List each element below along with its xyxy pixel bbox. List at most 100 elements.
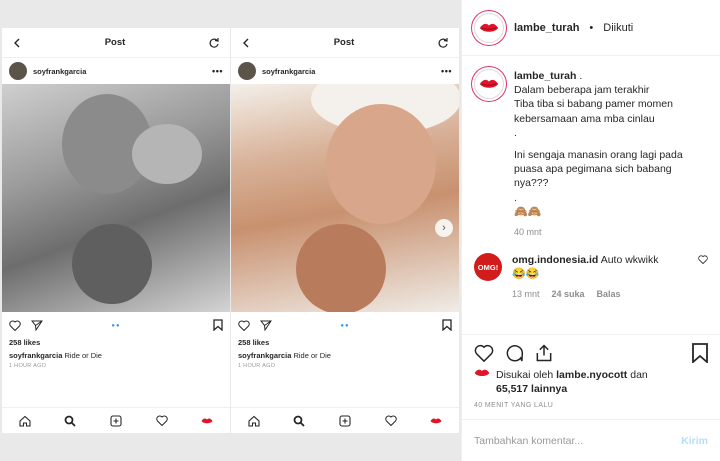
home-icon: [19, 415, 31, 427]
reply-button[interactable]: Balas: [597, 289, 621, 299]
liked-by-suffix[interactable]: lainnya: [531, 383, 567, 395]
phone-caption: soyfrankgarcia Ride or Die: [2, 347, 230, 360]
liked-by-text: Disukai oleh lambe.nyocott dan 65,517 la…: [496, 368, 648, 396]
liked-by-and: dan: [630, 369, 648, 381]
caption-avatar[interactable]: [474, 69, 504, 99]
post-timestamp[interactable]: 40 MENIT YANG LALU: [474, 402, 553, 409]
liked-by-user-link[interactable]: lambe.nyocott: [556, 369, 627, 381]
phone-username: soyfrankgarcia: [33, 66, 87, 76]
avatar: [238, 62, 256, 80]
caption-line: Tiba tiba si babang pamer momen: [514, 98, 673, 111]
back-icon: [12, 38, 22, 48]
commenter-username-link[interactable]: omg.indonesia.id: [512, 254, 598, 266]
photo-color: ›: [231, 84, 459, 312]
photo-black-and-white: [2, 84, 230, 312]
activity-heart-icon: [155, 415, 168, 426]
phone-header-bar: Post: [2, 28, 230, 58]
photo-shape: [326, 104, 436, 224]
lips-icon: [201, 417, 213, 425]
carousel-dots: ●●: [340, 323, 350, 329]
add-comment-form: Kirim: [462, 419, 720, 461]
caption-meta: 40 mnt: [514, 227, 683, 237]
comment-emoji: 😂😂: [512, 268, 540, 281]
search-icon: [64, 415, 77, 427]
commenter-avatar[interactable]: OMG!: [474, 253, 502, 282]
caption-body: lambe_turah . Dalam beberapa jam terakhi…: [514, 69, 683, 237]
bookmark-icon: [442, 319, 452, 331]
comment-likes[interactable]: 24 suka: [552, 289, 585, 299]
phone-post-user: soyfrankgarcia •••: [231, 58, 459, 84]
follow-status-button[interactable]: Diikuti: [603, 22, 633, 34]
phone-header-title: Post: [333, 37, 355, 48]
activity-heart-icon: [384, 415, 397, 426]
lips-logo-icon: [479, 22, 499, 34]
share-upload-icon[interactable]: [534, 343, 554, 363]
phone-caption: soyfrankgarcia Ride or Die: [231, 347, 459, 360]
caption-line: nya???: [514, 177, 549, 190]
heart-icon: [9, 320, 21, 331]
next-arrow-icon[interactable]: ›: [435, 219, 453, 237]
avatar: [9, 62, 27, 80]
phone-bottom-nav: [2, 407, 230, 433]
send-comment-button[interactable]: Kirim: [681, 435, 708, 447]
phone-caption-text: Ride or Die: [64, 351, 102, 360]
liked-by-row: Disukai oleh lambe.nyocott dan 65,517 la…: [474, 368, 708, 396]
phone-screenshot-left: Post soyfrankgarcia ••• ●● 258 likes soy…: [2, 28, 230, 433]
comment-bubble-icon[interactable]: [504, 343, 524, 363]
add-post-icon: [339, 414, 351, 427]
phone-header-title: Post: [104, 37, 126, 48]
caption-line: Ini sengaja manasin orang lagi pada: [514, 149, 683, 162]
refresh-icon: [208, 37, 220, 49]
more-options-icon: •••: [441, 66, 452, 76]
search-icon: [293, 415, 306, 427]
share-icon: [31, 320, 43, 331]
comment-meta: 13 mnt 24 suka Balas: [512, 289, 688, 299]
post-action-bar: [462, 334, 720, 370]
phone-username: soyfrankgarcia: [262, 66, 316, 76]
caption-line: kebersamaan ama mba cinlau: [514, 112, 655, 125]
back-icon: [241, 38, 251, 48]
bookmark-icon: [213, 319, 223, 331]
phone-time: 1 HOUR AGO: [238, 363, 276, 369]
comment-like-heart-icon[interactable]: [698, 253, 708, 299]
liked-by-prefix: Disukai oleh: [496, 369, 554, 381]
comment-message: Auto wkwikk: [600, 254, 659, 267]
phone-caption-text: Ride or Die: [293, 351, 331, 360]
caption-line: .: [514, 126, 517, 139]
comment-item: OMG! omg.indonesia.id Auto wkwikk 😂😂 13 …: [474, 253, 708, 299]
phone-likes: 258 likes: [238, 338, 270, 347]
phone-screenshot-right: Post soyfrankgarcia ••• › ●● 258 likes s…: [231, 28, 459, 433]
caption-text: lambe_turah . Dalam beberapa jam terakhi…: [514, 69, 683, 219]
phone-header-bar: Post: [231, 28, 459, 58]
photo-shape: [132, 124, 202, 184]
post-detail-panel: lambe_turah • Diikuti lambe_turah . Dala…: [461, 0, 720, 461]
share-icon: [260, 320, 272, 331]
add-post-icon: [110, 414, 122, 427]
phone-time: 1 HOUR AGO: [9, 363, 47, 369]
comment-text: omg.indonesia.id Auto wkwikk 😂😂: [512, 253, 688, 281]
caption-line: puasa apa pegimana sich babang: [514, 163, 672, 176]
post-header: lambe_turah • Diikuti: [462, 0, 720, 56]
heart-icon: [238, 320, 250, 331]
caption-line: Dalam beberapa jam terakhir: [514, 84, 650, 97]
liker-avatar[interactable]: [474, 368, 490, 396]
author-username-link[interactable]: lambe_turah: [514, 22, 579, 34]
caption-comment: lambe_turah . Dalam beberapa jam terakhi…: [474, 69, 708, 237]
add-comment-input[interactable]: [474, 434, 682, 447]
lips-logo-icon: [479, 78, 499, 90]
comment-time[interactable]: 13 mnt: [512, 289, 540, 299]
phone-post-user: soyfrankgarcia •••: [2, 58, 230, 84]
phone-caption-user: soyfrankgarcia: [9, 351, 63, 360]
author-avatar[interactable]: [474, 12, 504, 43]
liked-by-count-link[interactable]: 65,517: [496, 383, 528, 395]
comment-body: omg.indonesia.id Auto wkwikk 😂😂 13 mnt 2…: [512, 253, 688, 299]
caption-emoji: 🙈🙈: [514, 205, 542, 218]
caption-time[interactable]: 40 mnt: [514, 227, 542, 237]
post-image[interactable]: Post soyfrankgarcia ••• ●● 258 likes soy…: [0, 0, 461, 461]
more-options-icon: •••: [212, 66, 223, 76]
like-heart-icon[interactable]: [474, 344, 494, 362]
bookmark-save-icon[interactable]: [692, 342, 708, 363]
caption-suffix: .: [579, 70, 583, 82]
home-icon: [248, 415, 260, 427]
caption-username-link[interactable]: lambe_turah: [514, 70, 576, 82]
